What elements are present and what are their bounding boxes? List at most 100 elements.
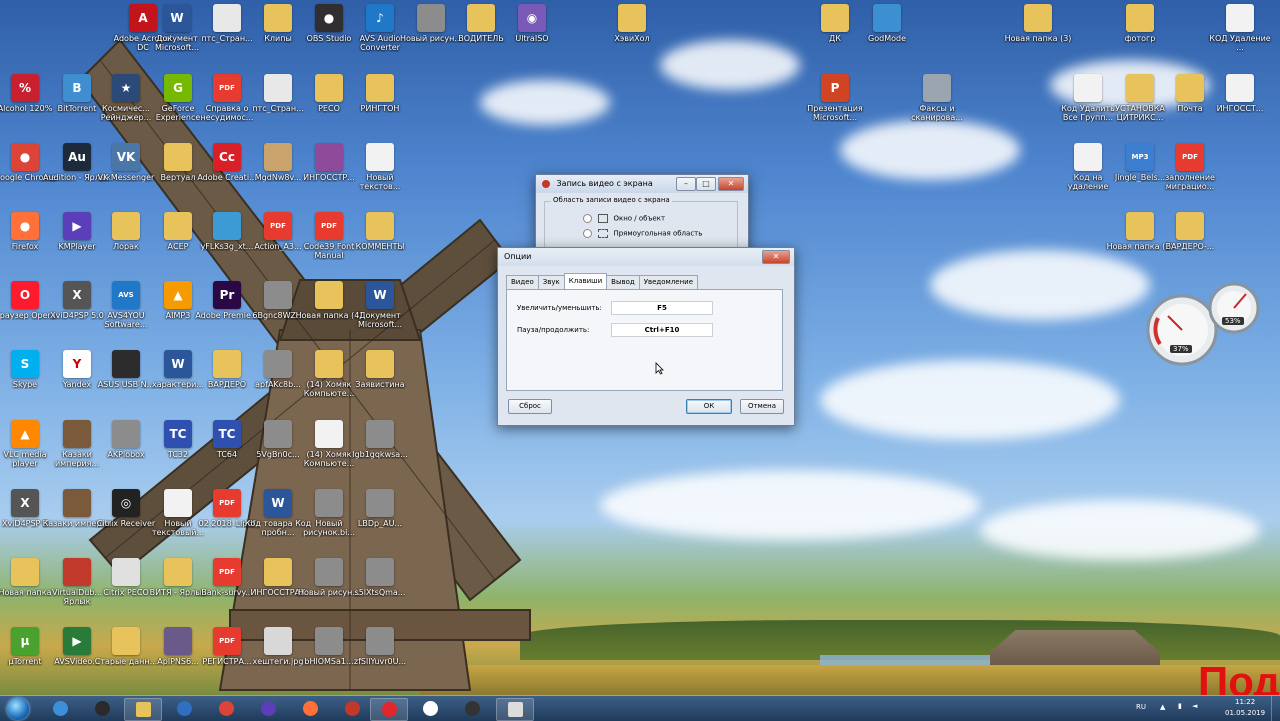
show-desktop-button[interactable] [1271, 696, 1280, 721]
desktop-icon[interactable]: Новая папка (3) [1003, 4, 1073, 43]
desktop-icon[interactable]: ХэвиХол [597, 4, 667, 43]
desktop-icon[interactable]: PDF заполнение миграцио... [1155, 143, 1225, 191]
app-icon [366, 489, 394, 517]
desktop-icon[interactable]: W Документ Microsoft... [345, 281, 415, 329]
cpu-meter-gadget[interactable]: 37% 53% [1144, 282, 1269, 367]
cloud [820, 360, 1120, 440]
ram-value: 53% [1222, 317, 1244, 325]
network-icon[interactable]: ▮ [1178, 702, 1182, 710]
tab-audio[interactable]: Звук [537, 275, 565, 289]
cloud [660, 40, 800, 90]
taskbar-firefox-button[interactable] [292, 698, 328, 719]
desktop-icon[interactable]: Новый текстов... [345, 143, 415, 191]
start-button[interactable] [4, 696, 32, 721]
desktop-icon[interactable]: Заявистина [345, 350, 415, 389]
taskbar-recorder-button[interactable] [370, 698, 408, 721]
clock-time[interactable]: 11:22 [1235, 698, 1255, 706]
volume-icon[interactable]: ◄ [1192, 702, 1197, 710]
desktop-icon[interactable]: GodMode [852, 4, 922, 43]
app-icon [264, 74, 292, 102]
chrome-icon [218, 701, 234, 716]
desktop-icon[interactable]: P Презентация Microsoft... [800, 74, 870, 122]
taskbar-video-editor-button[interactable] [496, 698, 534, 721]
app-icon [112, 627, 140, 655]
taskbar-kmplayer-button[interactable] [250, 698, 286, 719]
tab-output[interactable]: Вывод [606, 275, 640, 289]
reset-button[interactable]: Сброс [508, 399, 552, 414]
desktop-icon[interactable]: Igb1gqkwsa... [345, 420, 415, 459]
options-tabs: Видео Звук Клавиши Вывод Уведомление [506, 273, 699, 289]
app-icon [11, 558, 39, 586]
app-icon: TC [164, 420, 192, 448]
tray-arrow-icon[interactable]: ▲ [1160, 703, 1165, 711]
clock-date[interactable]: 01.05.2019 [1225, 709, 1265, 717]
close-button[interactable]: ✕ [718, 177, 744, 191]
app-icon: % [11, 74, 39, 102]
app-icon [1226, 74, 1254, 102]
desktop-icon[interactable]: LBDp_AU... [345, 489, 415, 528]
taskbar-chrome-button[interactable] [208, 698, 244, 719]
app-icon: PDF [213, 627, 241, 655]
app-icon: ◉ [518, 4, 546, 32]
taskbar-obs-button[interactable] [84, 698, 120, 719]
app-icon: Y [63, 350, 91, 378]
app-icon [315, 558, 343, 586]
desktop-icon[interactable]: s5lXtsQma... [345, 558, 415, 597]
firefox-icon [302, 701, 318, 716]
app-icon: µ [11, 627, 39, 655]
cloud [840, 120, 1020, 180]
desktop-icon[interactable]: Факсы и сканирова... [902, 74, 972, 122]
window-object-radio[interactable]: Окно / объект [583, 214, 665, 223]
tab-hotkeys[interactable]: Клавиши [563, 273, 608, 289]
tab-video[interactable]: Видео [506, 275, 539, 289]
taskbar-media-player-button[interactable] [166, 698, 202, 719]
app-icon [164, 489, 192, 517]
desktop-icon-label: zfSllYuvr0U... [353, 657, 407, 666]
zoom-hotkey-field[interactable]: F5 [611, 301, 713, 315]
desktop-icon[interactable]: КОММЕНТЫ [345, 212, 415, 251]
desktop-icon[interactable]: РИНГТОН [345, 74, 415, 113]
app-icon: VK [112, 143, 140, 171]
app-icon [315, 489, 343, 517]
radio-icon [583, 229, 592, 238]
desktop-icon[interactable]: zfSllYuvr0U... [345, 627, 415, 666]
options-titlebar[interactable]: Опции ✕ [498, 248, 794, 266]
app-icon: ● [315, 4, 343, 32]
tab-notifications[interactable]: Уведомление [638, 275, 699, 289]
cancel-button[interactable]: Отмена [740, 399, 784, 414]
desktop-icon[interactable]: фотогр [1105, 4, 1175, 43]
desktop-icon-label: Новая папка (3) [1004, 34, 1072, 43]
app-icon: W [163, 4, 191, 32]
taskbar-ie-button[interactable] [42, 698, 78, 719]
app-icon: PDF [213, 489, 241, 517]
taskbar-explorer-button[interactable] [124, 698, 162, 721]
minimize-button[interactable]: – [676, 177, 696, 191]
app-icon [366, 627, 394, 655]
rect-area-radio[interactable]: Прямоугольная область [583, 229, 702, 238]
desktop-icon[interactable]: ИНГОССТ... [1205, 74, 1275, 113]
language-indicator[interactable]: RU [1136, 703, 1146, 711]
desktop-icon[interactable]: ВАРДЕРО-... [1155, 212, 1225, 251]
desktop-icon[interactable]: КОД Удаление ... [1205, 4, 1275, 52]
app-icon [821, 4, 849, 32]
taskbar-obs-2-button[interactable] [454, 698, 490, 719]
app-icon [417, 4, 445, 32]
app-icon [213, 350, 241, 378]
app-icon: PDF [315, 212, 343, 240]
app-icon: ▲ [11, 420, 39, 448]
app-icon: AVS [112, 281, 140, 309]
taskbar-app-red-button[interactable] [334, 698, 370, 719]
pause-hotkey-field[interactable]: Ctrl+F10 [611, 323, 713, 337]
radio-label: Окно / объект [613, 214, 666, 223]
desktop-icon[interactable]: ◉ UltraISO [497, 4, 567, 43]
cpu-value: 37% [1170, 345, 1192, 353]
desktop-icon-label: Презентация Microsoft... [807, 104, 863, 122]
maximize-button[interactable]: □ [696, 177, 716, 191]
ok-button[interactable]: ОК [686, 399, 732, 414]
desktop-icon-label: РИНГТОН [360, 104, 400, 113]
screen-record-titlebar[interactable]: Запись видео с экрана – □ ✕ [536, 175, 748, 193]
taskbar-yandex-button[interactable] [412, 698, 448, 719]
close-button[interactable]: ✕ [762, 250, 790, 264]
app-icon: X [63, 281, 91, 309]
desktop-icon-label: s5lXtsQma... [354, 588, 406, 597]
